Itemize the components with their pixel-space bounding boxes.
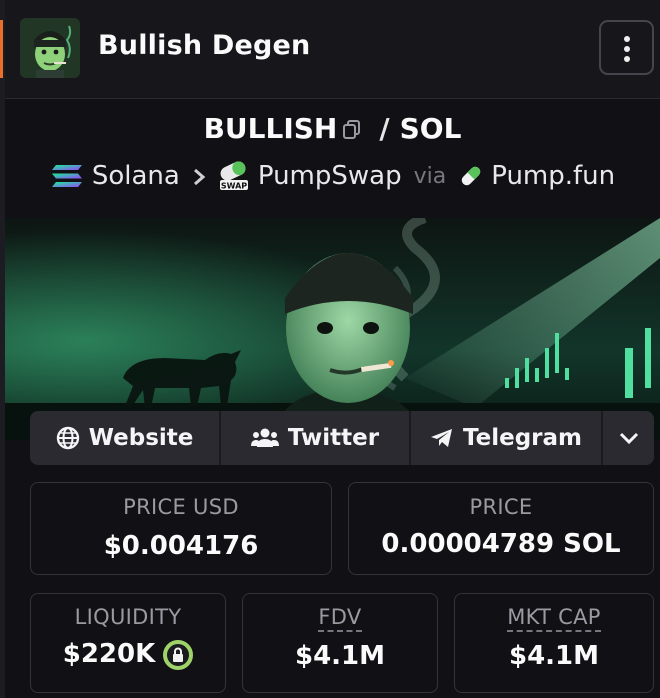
liquidity-value: $220K xyxy=(62,639,156,669)
pair-title: BULLISH / SOL xyxy=(5,112,660,147)
price-usd-value: $0.004176 xyxy=(103,531,259,561)
market-cap-value: $4.1M xyxy=(508,641,600,671)
pair-separator: / xyxy=(379,112,390,145)
more-options-button[interactable] xyxy=(599,20,654,75)
market-cap-label[interactable]: MKT CAP xyxy=(507,605,601,632)
chain-breadcrumb: Solana SWAP PumpSwap via Pump.fun xyxy=(5,160,660,196)
globe-icon xyxy=(56,426,79,450)
token-banner-image xyxy=(5,218,660,440)
svg-text:SWAP: SWAP xyxy=(221,182,247,191)
pumpfun-icon xyxy=(461,166,481,186)
left-accent-bar xyxy=(0,20,3,78)
price-native-card: PRICE 0.00004789 SOL xyxy=(348,482,654,575)
price-native-value: 0.00004789 SOL xyxy=(381,529,621,559)
solana-icon xyxy=(51,165,82,187)
telegram-icon xyxy=(430,429,452,447)
telegram-link[interactable]: Telegram xyxy=(411,411,601,465)
token-info-panel: Bullish Degen BULLISH / SOL Solana SWAP Pu… xyxy=(5,0,660,698)
price-native-label: PRICE xyxy=(469,495,533,519)
liquidity-label: LIQUIDITY xyxy=(74,605,182,629)
dex-name[interactable]: PumpSwap xyxy=(258,161,402,191)
launchpad-name[interactable]: Pump.fun xyxy=(491,161,615,191)
website-link[interactable]: Website xyxy=(30,411,219,465)
twitter-label: Twitter xyxy=(287,425,380,451)
chevron-down-icon xyxy=(619,432,638,445)
chain-name[interactable]: Solana xyxy=(92,161,180,191)
price-usd-card: PRICE USD $0.004176 xyxy=(30,482,332,575)
more-links-dropdown[interactable] xyxy=(603,411,654,465)
social-links-bar: Website Twitter Telegram xyxy=(30,411,654,465)
market-cap-card: MKT CAP $4.1M xyxy=(454,593,654,693)
via-label: via xyxy=(413,163,447,189)
twitter-link[interactable]: Twitter xyxy=(221,411,409,465)
users-icon xyxy=(250,428,279,447)
token-header: Bullish Degen xyxy=(5,0,660,99)
fdv-card: FDV $4.1M xyxy=(242,593,438,693)
website-label: Website xyxy=(88,425,194,451)
copy-icon[interactable] xyxy=(341,114,363,147)
lock-icon[interactable] xyxy=(163,639,194,670)
vertical-dots-icon xyxy=(624,36,630,42)
token-avatar[interactable] xyxy=(20,18,80,78)
quote-symbol: SOL xyxy=(399,112,462,145)
price-usd-label: PRICE USD xyxy=(123,495,239,519)
pumpswap-icon: SWAP xyxy=(219,161,248,191)
chevron-right-icon xyxy=(192,161,206,191)
base-symbol: BULLISH xyxy=(203,112,338,145)
telegram-label: Telegram xyxy=(462,425,582,451)
token-name: Bullish Degen xyxy=(98,30,311,61)
fdv-value: $4.1M xyxy=(294,641,386,671)
liquidity-card: LIQUIDITY $220K xyxy=(30,593,226,693)
fdv-label[interactable]: FDV xyxy=(318,605,362,632)
